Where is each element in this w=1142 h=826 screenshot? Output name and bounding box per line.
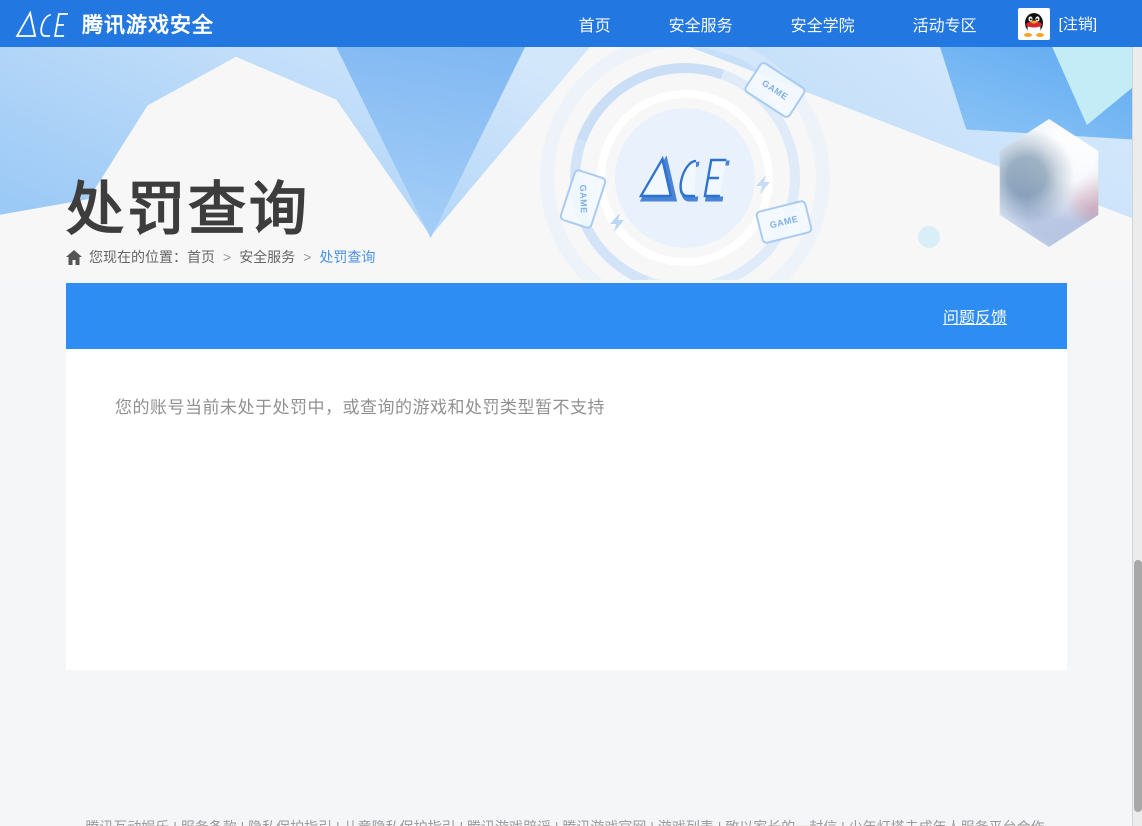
nav-item-home[interactable]: 首页: [579, 12, 611, 36]
deco-disc-inner: [615, 108, 755, 248]
feedback-link[interactable]: 问题反馈: [943, 304, 1007, 328]
breadcrumb-prefix: 您现在的位置：: [89, 249, 187, 265]
lightning-icon: [756, 175, 770, 194]
footer-links[interactable]: 腾讯互动娱乐 | 服务条款 | 隐私保护指引 | 儿童隐私保护指引 | 腾讯游戏…: [0, 817, 1130, 826]
lightning-icon: [610, 213, 624, 232]
page-title: 处罚查询: [66, 177, 311, 242]
nav-links: 首页 安全服务 安全学院 活动专区: [579, 12, 977, 36]
ace-center-logo-icon: [638, 155, 730, 202]
breadcrumb-separator: >: [303, 249, 312, 265]
ace-logo-icon: [15, 10, 69, 37]
brand-name: 腾讯游戏安全: [82, 13, 214, 37]
game-tag-label: GAME: [768, 213, 800, 231]
hero-banner: GAME GAME GAME 处罚查询 您现在的位置： 首页 > 安全服务 > …: [0, 47, 1142, 280]
logout-link[interactable]: [注销]: [1059, 13, 1097, 34]
brand-logo[interactable]: 腾讯游戏安全: [14, 8, 214, 40]
nav-item-security-academy[interactable]: 安全学院: [791, 12, 855, 36]
nav-item-security-services[interactable]: 安全服务: [669, 12, 733, 36]
breadcrumb-home[interactable]: 首页: [187, 247, 215, 267]
query-result-message: 您的账号当前未处于处罚中，或查询的游戏和处罚类型暂不支持: [115, 398, 605, 417]
user-avatar[interactable]: [1017, 7, 1050, 40]
nav-item-activity-zone[interactable]: 活动专区: [913, 12, 977, 36]
breadcrumb-security-services[interactable]: 安全服务: [239, 247, 295, 267]
query-panel-header: 问题反馈: [66, 283, 1067, 349]
breadcrumb: 您现在的位置： 首页 > 安全服务 > 处罚查询: [66, 247, 375, 267]
vertical-scrollbar-thumb[interactable]: [1134, 560, 1142, 812]
top-navbar: 腾讯游戏安全 首页 安全服务 安全学院 活动专区 [注销]: [0, 0, 1142, 47]
qq-penguin-icon: [1023, 12, 1044, 37]
vertical-scrollbar-track[interactable]: [1132, 47, 1142, 826]
breadcrumb-current[interactable]: 处罚查询: [319, 247, 375, 267]
game-tag-label: GAME: [577, 184, 589, 214]
game-tag-label: GAME: [760, 77, 790, 103]
query-panel-body: 您的账号当前未处于处罚中，或查询的游戏和处罚类型暂不支持: [66, 349, 1067, 670]
deco-dot: [918, 226, 940, 248]
home-icon: [66, 249, 82, 265]
breadcrumb-separator: >: [223, 249, 232, 265]
